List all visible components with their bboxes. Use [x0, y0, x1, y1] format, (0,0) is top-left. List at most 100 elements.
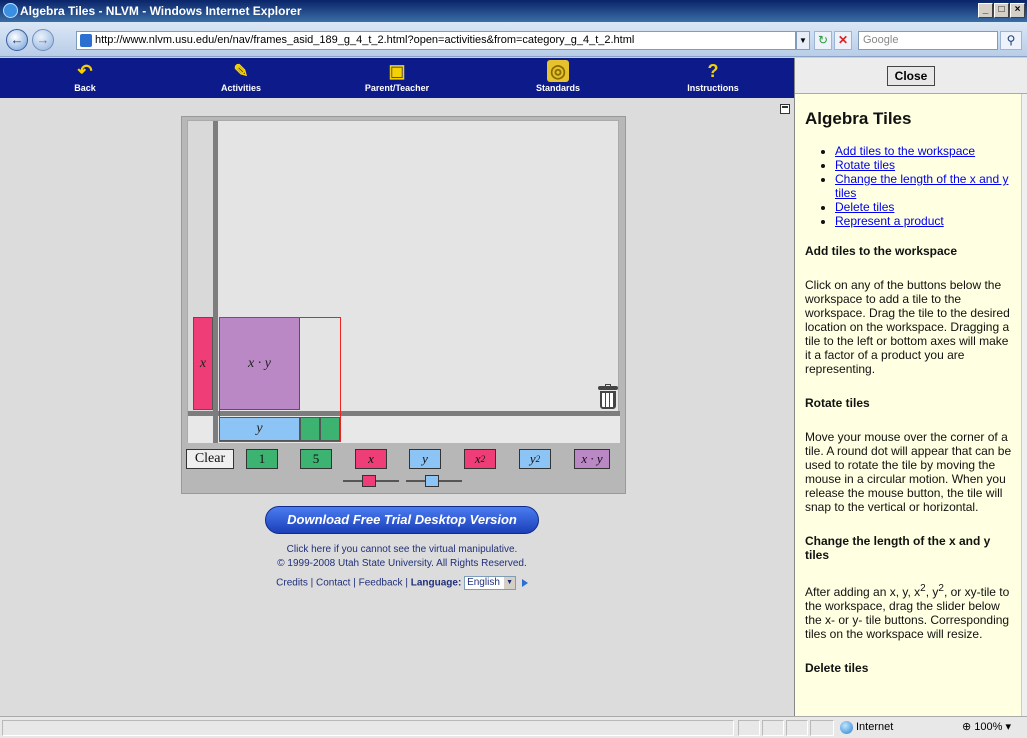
section-text: Move your mouse over the corner of a til…	[805, 430, 1012, 514]
chevron-down-icon: ▼	[504, 577, 516, 589]
window-controls: _ □ ×	[978, 3, 1025, 18]
language-value: English	[467, 577, 500, 588]
cant-see-link[interactable]: Click here if you cannot see the virtual…	[230, 544, 574, 555]
browser-forward-button[interactable]: →	[32, 29, 54, 51]
toc-link-rotate[interactable]: Rotate tiles	[835, 158, 895, 172]
feedback-link[interactable]: Feedback	[359, 578, 403, 589]
section-text: After adding an x, y, x2, y2, or xy-tile…	[805, 582, 1015, 641]
nav-back-label: Back	[74, 83, 96, 93]
language-select[interactable]: English ▼	[464, 576, 517, 590]
toc-link-change-length[interactable]: Change the length of the x and y tiles	[835, 172, 1008, 200]
close-instructions-button[interactable]: Close	[887, 66, 935, 86]
add-y-squared-button[interactable]: y2	[519, 449, 551, 469]
zone-label: Internet	[856, 721, 894, 733]
add-x-button[interactable]: x	[355, 449, 387, 469]
toc-link-delete[interactable]: Delete tiles	[835, 200, 894, 214]
back-arrow-icon: ↶	[77, 61, 93, 81]
nav-instructions[interactable]: ? Instructions	[668, 60, 758, 96]
add-one-button[interactable]: 1	[246, 449, 278, 469]
title-bar: Algebra Tiles - NLVM - Windows Internet …	[0, 0, 1027, 22]
footer-links: Credits | Contact | Feedback | Language:…	[230, 576, 574, 590]
status-cell	[786, 720, 808, 736]
contact-link[interactable]: Contact	[316, 578, 350, 589]
toggle-instructions-button[interactable]	[780, 104, 790, 114]
top-navigation: ↶ Back ✎ Activities ▣ Parent/Teacher ◎ S…	[0, 58, 794, 98]
credits-link[interactable]: Credits	[276, 578, 308, 589]
vertical-axis	[213, 121, 218, 443]
copyright-text: © 1999-2008 Utah State University. All R…	[277, 558, 527, 569]
parent-teacher-icon: ▣	[388, 61, 406, 81]
status-cell	[762, 720, 784, 736]
download-trial-button[interactable]: Download Free Trial Desktop Version	[265, 506, 539, 534]
x-slider-thumb[interactable]	[362, 475, 376, 487]
text-part: , y	[925, 585, 939, 599]
add-xy-button[interactable]: x · y	[574, 449, 610, 469]
status-cell	[810, 720, 834, 736]
nav-parent-teacher-label: Parent/Teacher	[364, 83, 430, 93]
page-icon	[80, 34, 92, 47]
y-squared-exp: 2	[535, 454, 541, 464]
section-heading: Add tiles to the workspace	[805, 244, 958, 258]
y-length-slider[interactable]	[406, 475, 462, 487]
add-five-button[interactable]: 5	[300, 449, 332, 469]
separator: |	[353, 577, 356, 589]
manipulative-frame: ↶ Back ✎ Activities ▣ Parent/Teacher ◎ S…	[0, 58, 794, 716]
maximize-button[interactable]: □	[994, 3, 1009, 18]
search-button[interactable]: ⚲	[1000, 31, 1022, 50]
nav-back[interactable]: ↶ Back	[40, 60, 130, 96]
x-tile-factor[interactable]: x	[193, 317, 213, 410]
window-title: Algebra Tiles - NLVM - Windows Internet …	[20, 4, 302, 18]
chevron-down-icon: ▾	[1005, 721, 1012, 733]
nav-standards-label: Standards	[535, 83, 580, 93]
text-part: After adding an x, y, x	[805, 585, 921, 599]
tile-toolbar: Clear 1 5 x y x2 y2 x · y	[182, 446, 627, 494]
trash-icon[interactable]	[598, 384, 618, 410]
close-window-button[interactable]: ×	[1010, 3, 1025, 18]
algebra-tiles-app: x x · y y Clear 1 5 x y x2 y 2 x · y	[181, 116, 626, 494]
zoom-control[interactable]: ⊕ 100% ▾	[958, 720, 1022, 736]
language-go-icon[interactable]	[521, 579, 528, 587]
instructions-content: Algebra Tiles Add tiles to the workspace…	[805, 110, 1015, 695]
minimize-button[interactable]: _	[978, 3, 993, 18]
nav-parent-teacher[interactable]: ▣ Parent/Teacher	[352, 60, 442, 96]
toc-link-represent[interactable]: Represent a product	[835, 214, 944, 228]
clear-button[interactable]: Clear	[186, 449, 234, 469]
instructions-frame: Close Algebra Tiles Add tiles to the wor…	[794, 58, 1027, 716]
x-length-slider[interactable]	[343, 475, 399, 487]
nav-activities[interactable]: ✎ Activities	[196, 60, 286, 96]
instructions-scrollbar[interactable]	[1021, 94, 1027, 716]
instructions-icon: ?	[707, 61, 719, 81]
url-input[interactable]: http://www.nlvm.usu.edu/en/nav/frames_as…	[76, 31, 796, 50]
section-heading: Delete tiles	[805, 661, 869, 675]
y-slider-thumb[interactable]	[425, 475, 439, 487]
add-y-button[interactable]: y	[409, 449, 441, 469]
address-bar: ← → http://www.nlvm.usu.edu/en/nav/frame…	[0, 22, 1027, 57]
browser-window: Algebra Tiles - NLVM - Windows Internet …	[0, 0, 1027, 738]
product-outline	[219, 317, 341, 442]
close-bar: Close	[795, 58, 1027, 94]
section-heading: Change the length of the x and y tiles	[805, 534, 991, 562]
add-x-squared-button[interactable]: x2	[464, 449, 496, 469]
toc-link-add-tiles[interactable]: Add tiles to the workspace	[835, 144, 975, 158]
ie-logo-icon	[3, 3, 18, 18]
nav-instructions-label: Instructions	[687, 83, 739, 93]
status-text-cell	[2, 720, 734, 736]
zoom-icon: ⊕	[962, 721, 972, 733]
section-text: Click on any of the buttons below the wo…	[805, 278, 1010, 376]
globe-icon	[840, 721, 853, 734]
status-cell	[738, 720, 760, 736]
refresh-button[interactable]: ↻	[814, 31, 832, 50]
security-zone[interactable]: Internet	[838, 720, 936, 736]
nav-standards[interactable]: ◎ Standards	[513, 60, 603, 96]
url-dropdown-button[interactable]: ▼	[796, 31, 810, 50]
zoom-level: 100%	[974, 721, 1003, 733]
separator: |	[310, 577, 314, 589]
browser-back-button[interactable]: ←	[6, 29, 28, 51]
instructions-toc: Add tiles to the workspace Rotate tiles …	[835, 144, 1015, 228]
workspace[interactable]: x x · y y	[187, 120, 620, 443]
x-squared-exp: 2	[480, 454, 486, 464]
language-label: Language:	[410, 577, 462, 589]
stop-button[interactable]: ✕	[834, 31, 852, 50]
search-input[interactable]: Google	[858, 31, 998, 50]
standards-icon: ◎	[547, 60, 569, 82]
